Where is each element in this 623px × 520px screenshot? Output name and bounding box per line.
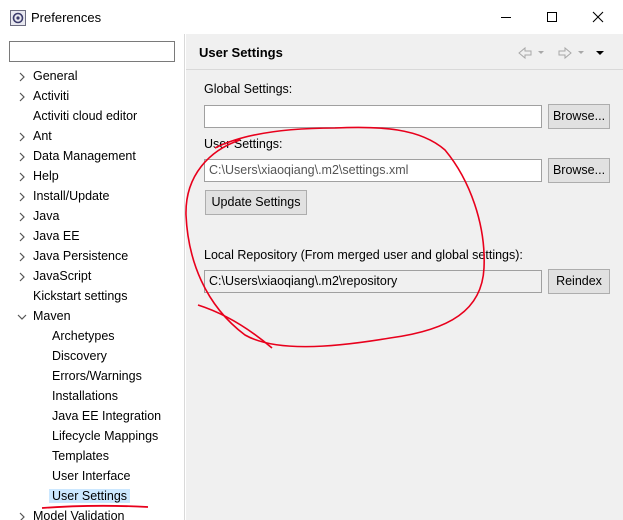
settings-page: User Settings Global Settings: Browse...… [186, 34, 623, 520]
tree-item-user-settings[interactable]: User Settings [0, 487, 185, 507]
tree-item-label: Archetypes [52, 329, 115, 343]
tree-item-activiti-cloud-editor[interactable]: Activiti cloud editor [0, 107, 185, 127]
local-repository-label: Local Repository (From merged user and g… [204, 248, 523, 262]
tree-item-label: Activiti [33, 89, 70, 103]
eclipse-icon [10, 10, 26, 26]
tree-item-javascript[interactable]: JavaScript [0, 267, 185, 287]
chevron-down-icon[interactable] [16, 311, 28, 323]
forward-arrow-icon[interactable] [558, 46, 572, 60]
user-settings-label: User Settings: [204, 137, 283, 151]
chevron-right-icon[interactable] [16, 211, 28, 223]
back-dropdown-icon[interactable] [538, 51, 544, 54]
chevron-right-icon[interactable] [16, 191, 28, 203]
back-arrow-icon[interactable] [518, 46, 532, 60]
tree-item-label: Java [33, 209, 60, 223]
tree-item-label: Maven [33, 309, 71, 323]
chevron-right-icon[interactable] [16, 511, 28, 520]
tree-item-label: User Settings [49, 489, 131, 503]
reindex-button[interactable]: Reindex [548, 269, 610, 294]
user-settings-field[interactable]: C:\Users\xiaoqiang\.m2\settings.xml [204, 159, 542, 182]
chevron-right-icon[interactable] [16, 131, 28, 143]
title-bar: Preferences [0, 0, 623, 34]
local-repository-field[interactable]: C:\Users\xiaoqiang\.m2\repository [204, 270, 542, 293]
tree-item-label: Java EE [33, 229, 80, 243]
tree-item-label: Activiti cloud editor [33, 109, 138, 123]
maximize-button[interactable] [529, 0, 575, 34]
tree-item-label: Install/Update [33, 189, 110, 203]
chevron-right-icon[interactable] [16, 251, 28, 263]
tree-item-data-management[interactable]: Data Management [0, 147, 185, 167]
tree-item-install-update[interactable]: Install/Update [0, 187, 185, 207]
tree-item-kickstart-settings[interactable]: Kickstart settings [0, 287, 185, 307]
tree-item-java-persistence[interactable]: Java Persistence [0, 247, 185, 267]
tree-item-label: Templates [52, 449, 109, 463]
tree-item-java[interactable]: Java [0, 207, 185, 227]
maximize-icon [547, 12, 557, 22]
tree-item-errors-warnings[interactable]: Errors/Warnings [0, 367, 185, 387]
tree-item-ant[interactable]: Ant [0, 127, 185, 147]
global-settings-field[interactable] [204, 105, 542, 128]
chevron-right-icon[interactable] [16, 271, 28, 283]
global-browse-button[interactable]: Browse... [548, 104, 610, 129]
tree-item-label: Kickstart settings [33, 289, 128, 303]
window-title: Preferences [31, 10, 102, 25]
global-settings-label: Global Settings: [204, 82, 293, 96]
tree-item-label: Errors/Warnings [52, 369, 142, 383]
view-menu-icon[interactable] [596, 51, 604, 55]
tree-item-label: General [33, 69, 78, 83]
tree-item-archetypes[interactable]: Archetypes [0, 327, 185, 347]
chevron-right-icon[interactable] [16, 71, 28, 83]
close-icon [592, 11, 604, 23]
header-separator [186, 69, 623, 70]
tree-item-general[interactable]: General [0, 67, 185, 87]
tree-item-model-validation[interactable]: Model Validation [0, 507, 185, 520]
tree-item-label: Ant [33, 129, 52, 143]
page-title: User Settings [199, 45, 283, 60]
tree-item-label: Java Persistence [33, 249, 129, 263]
minimize-button[interactable] [483, 0, 529, 34]
tree-item-maven[interactable]: Maven [0, 307, 185, 327]
preferences-tree-panel: General Activiti Activiti cloud editor Ant D… [0, 34, 185, 520]
tree-item-templates[interactable]: Templates [0, 447, 185, 467]
tree-item-lifecycle-mappings[interactable]: Lifecycle Mappings [0, 427, 185, 447]
tree-item-label: Java EE Integration [52, 409, 162, 423]
tree-item-help[interactable]: Help [0, 167, 185, 187]
tree-item-label: Model Validation [33, 509, 125, 520]
tree-item-discovery[interactable]: Discovery [0, 347, 185, 367]
chevron-right-icon[interactable] [16, 171, 28, 183]
tree-item-label: JavaScript [33, 269, 92, 283]
filter-input[interactable] [9, 41, 175, 62]
tree-item-user-interface[interactable]: User Interface [0, 467, 185, 487]
tree-item-label: User Interface [52, 469, 131, 483]
minimize-icon [501, 17, 511, 18]
chevron-right-icon[interactable] [16, 91, 28, 103]
update-settings-button[interactable]: Update Settings [205, 190, 307, 215]
tree-item-installations[interactable]: Installations [0, 387, 185, 407]
tree-item-java-ee-integration[interactable]: Java EE Integration [0, 407, 185, 427]
tree-item-label: Discovery [52, 349, 107, 363]
chevron-right-icon[interactable] [16, 231, 28, 243]
tree-item-label: Data Management [33, 149, 136, 163]
forward-dropdown-icon[interactable] [578, 51, 584, 54]
tree-item-label: Installations [52, 389, 119, 403]
tree-item-label: Help [33, 169, 59, 183]
navigation-toolbar [518, 46, 604, 60]
chevron-right-icon[interactable] [16, 151, 28, 163]
tree-item-java-ee[interactable]: Java EE [0, 227, 185, 247]
tree-item-label: Lifecycle Mappings [52, 429, 159, 443]
user-browse-button[interactable]: Browse... [548, 158, 610, 183]
close-button[interactable] [575, 0, 621, 34]
tree-item-activiti[interactable]: Activiti [0, 87, 185, 107]
